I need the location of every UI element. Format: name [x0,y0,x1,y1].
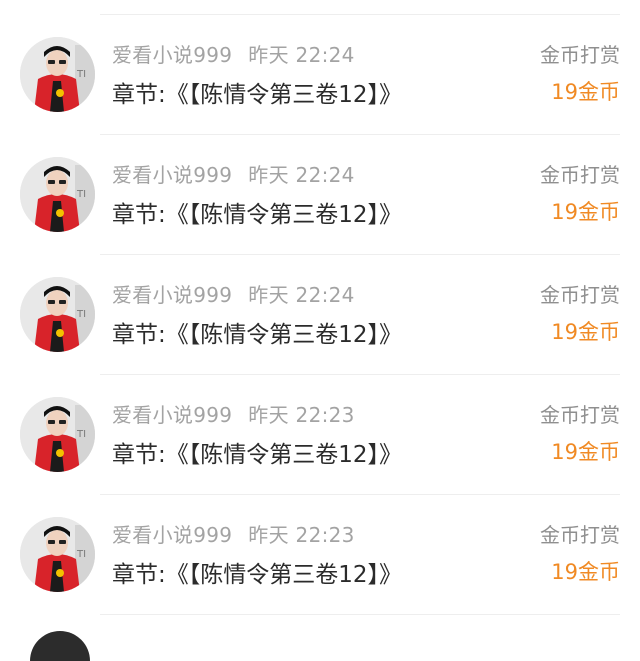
svg-text:TI: TI [76,549,86,560]
user-avatar[interactable]: TI [20,517,95,592]
next-item-avatar [30,631,90,661]
tip-amount: 19金币 [551,440,620,464]
list-item[interactable]: TI 爱看小说999 昨天 22:24 章节:《【陈情令第三卷12】》 金币打赏 … [0,135,640,254]
divider [100,614,620,615]
user-avatar[interactable]: TI [20,157,95,232]
name-time-line: 爱看小说999 昨天 22:23 [112,399,355,428]
avatar-image: TI [20,517,95,592]
chapter-title[interactable]: 章节:《【陈情令第三卷12】》 [112,555,402,589]
svg-text:TI: TI [76,309,86,320]
name-time-line: 爱看小说999 昨天 22:24 [112,279,355,308]
tip-record-list: TI 爱看小说999 昨天 22:24 章节:《【陈情令第三卷12】》 金币打赏 … [0,0,640,661]
username[interactable]: 爱看小说999 [112,523,232,547]
chapter-title[interactable]: 章节:《【陈情令第三卷12】》 [112,75,402,109]
avatar-image: TI [20,397,95,472]
timestamp: 昨天 22:24 [248,283,355,307]
timestamp: 昨天 22:23 [248,403,355,427]
username[interactable]: 爱看小说999 [112,43,232,67]
list-item[interactable]: TI 爱看小说999 昨天 22:23 章节:《【陈情令第三卷12】》 金币打赏 … [0,375,640,494]
chapter-title[interactable]: 章节:《【陈情令第三卷12】》 [112,195,402,229]
name-time-line: 爱看小说999 昨天 22:24 [112,159,355,188]
chapter-title[interactable]: 章节:《【陈情令第三卷12】》 [112,435,402,469]
tip-amount: 19金币 [551,560,620,584]
tip-type-label: 金币打赏 [540,523,620,547]
name-time-line: 爱看小说999 昨天 22:24 [112,39,355,68]
tip-type-label: 金币打赏 [540,403,620,427]
tip-type-label: 金币打赏 [540,163,620,187]
username[interactable]: 爱看小说999 [112,163,232,187]
svg-text:TI: TI [76,69,86,80]
avatar-image: TI [20,157,95,232]
username[interactable]: 爱看小说999 [112,403,232,427]
list-item[interactable]: TI 爱看小说999 昨天 22:23 章节:《【陈情令第三卷12】》 金币打赏 … [0,495,640,614]
name-time-line: 爱看小说999 昨天 22:23 [112,519,355,548]
tip-amount: 19金币 [551,200,620,224]
user-avatar[interactable]: TI [20,397,95,472]
timestamp: 昨天 22:24 [248,43,355,67]
user-avatar[interactable]: TI [20,277,95,352]
tip-type-label: 金币打赏 [540,283,620,307]
timestamp: 昨天 22:23 [248,523,355,547]
tip-amount: 19金币 [551,80,620,104]
list-item[interactable]: TI 爱看小说999 昨天 22:24 章节:《【陈情令第三卷12】》 金币打赏 … [0,15,640,134]
avatar-image: TI [20,277,95,352]
username[interactable]: 爱看小说999 [112,283,232,307]
list-item[interactable]: TI 爱看小说999 昨天 22:24 章节:《【陈情令第三卷12】》 金币打赏 … [0,255,640,374]
tip-amount: 19金币 [551,320,620,344]
avatar-image: TI [20,37,95,112]
tip-type-label: 金币打赏 [540,43,620,67]
user-avatar[interactable]: TI [20,37,95,112]
svg-text:TI: TI [76,189,86,200]
chapter-title[interactable]: 章节:《【陈情令第三卷12】》 [112,315,402,349]
svg-text:TI: TI [76,429,86,440]
timestamp: 昨天 22:24 [248,163,355,187]
